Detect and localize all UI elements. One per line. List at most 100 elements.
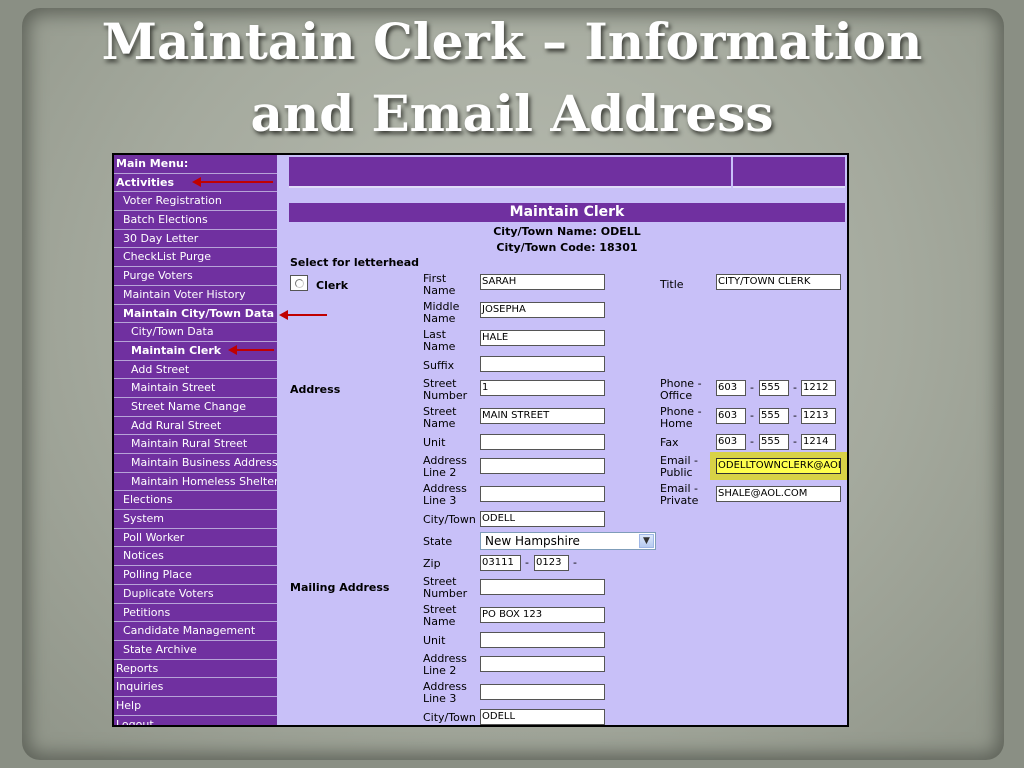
mail-city-town-input[interactable]: ODELL [480, 709, 605, 725]
arrow-maintain-clerk-annotation [228, 345, 274, 355]
phone-home-line-input[interactable]: 1213 [801, 408, 836, 424]
mail-street-number-label: Street Number [423, 575, 468, 600]
phone-home-prefix-input[interactable]: 555 [759, 408, 789, 424]
phone-home-dash-2: - [793, 409, 797, 422]
mail-street-number-input[interactable] [480, 579, 605, 595]
menu-item-batch-elections[interactable]: Batch Elections [114, 211, 277, 230]
fax-line-input[interactable]: 1214 [801, 434, 836, 450]
menu-item-maintain-business-address[interactable]: Maintain Business Address [114, 454, 277, 473]
main-menu-sidebar: Main Menu: Activities Voter Registration Ba… [114, 155, 280, 725]
banner-divider [731, 157, 733, 188]
menu-item-polling-place[interactable]: Polling Place [114, 566, 277, 585]
menu-item-purge-voters[interactable]: Purge Voters [114, 267, 277, 286]
state-select-value: New Hampshire [485, 534, 580, 548]
menu-item-inquiries[interactable]: Inquiries [114, 678, 277, 697]
mail-unit-input[interactable] [480, 632, 605, 648]
city-town-code: City/Town Code: 18301 [496, 241, 638, 254]
unit-input[interactable] [480, 434, 605, 450]
menu-item-logout[interactable]: Logout [114, 716, 277, 725]
menu-item-city-town-data[interactable]: City/Town Data [114, 323, 277, 342]
fax-dash-2: - [793, 435, 797, 448]
mail-city-town-label: City/Town [423, 711, 476, 724]
zip4-input[interactable]: 0123 [534, 555, 569, 571]
menu-item-candidate-management[interactable]: Candidate Management [114, 622, 277, 641]
fax-dash-1: - [750, 435, 754, 448]
menu-item-maintain-voter-history[interactable]: Maintain Voter History [114, 286, 277, 305]
phone-office-prefix-input[interactable]: 555 [759, 380, 789, 396]
email-public-input[interactable]: ODELLTOWNCLERK@AOL.COM [716, 458, 841, 474]
menu-item-petitions[interactable]: Petitions [114, 604, 277, 623]
street-number-input[interactable]: 1 [480, 380, 605, 396]
menu-item-poll-worker[interactable]: Poll Worker [114, 529, 277, 548]
menu-item-add-street[interactable]: Add Street [114, 361, 277, 380]
first-name-input[interactable]: SARAH [480, 274, 605, 290]
form-heading: Maintain Clerk [289, 203, 845, 222]
menu-item-duplicate-voters[interactable]: Duplicate Voters [114, 585, 277, 604]
address-section-label: Address [290, 383, 341, 396]
mail-address-line2-label: Address Line 2 [423, 652, 467, 677]
street-number-label: Street Number [423, 377, 468, 402]
arrow-activities-annotation [192, 177, 273, 187]
slide-title: Maintain Clerk – Information and Email A… [0, 6, 1024, 150]
mail-address-line3-input[interactable] [480, 684, 605, 700]
menu-item-elections[interactable]: Elections [114, 491, 277, 511]
state-select[interactable]: New Hampshire ▼ [480, 532, 656, 550]
title-input[interactable]: CITY/TOWN CLERK [716, 274, 841, 290]
city-town-label: City/Town [423, 513, 476, 526]
mail-street-name-input[interactable]: PO BOX 123 [480, 607, 605, 623]
phone-home-area-input[interactable]: 603 [716, 408, 746, 424]
middle-name-input[interactable]: JOSEPHA [480, 302, 605, 318]
main-content: Maintain Clerk City/Town Name: ODELL Cit… [283, 155, 847, 725]
phone-office-dash-1: - [750, 381, 754, 394]
menu-item-street-name-change[interactable]: Street Name Change [114, 398, 277, 417]
menu-item-voter-registration[interactable]: Voter Registration [114, 192, 277, 212]
state-label: State [423, 535, 453, 548]
phone-home-label: Phone - Home [660, 405, 702, 430]
fax-prefix-input[interactable]: 555 [759, 434, 789, 450]
phone-office-line-input[interactable]: 1212 [801, 380, 836, 396]
chevron-down-icon[interactable]: ▼ [639, 534, 654, 548]
mail-street-name-label: Street Name [423, 603, 457, 628]
arrow-city-town-data-annotation [279, 310, 327, 320]
mail-address-line2-input[interactable] [480, 656, 605, 672]
street-name-input[interactable]: MAIN STREET [480, 408, 605, 424]
menu-item-system[interactable]: System [114, 510, 277, 529]
fax-area-input[interactable]: 603 [716, 434, 746, 450]
menu-item-state-archive[interactable]: State Archive [114, 641, 277, 660]
phone-office-area-input[interactable]: 603 [716, 380, 746, 396]
menu-item-help[interactable]: Help [114, 697, 277, 716]
email-private-input[interactable]: SHALE@AOL.COM [716, 486, 841, 502]
address-line2-input[interactable] [480, 458, 605, 474]
address-line3-label: Address Line 3 [423, 482, 467, 507]
clerk-letterhead-radio[interactable] [290, 275, 308, 291]
first-name-label: First Name [423, 272, 456, 297]
last-name-label: Last Name [423, 328, 456, 353]
zip-input[interactable]: 03111 [480, 555, 521, 571]
menu-item-maintain-city-town-data[interactable]: Maintain City/Town Data [114, 305, 277, 324]
phone-office-label: Phone - Office [660, 377, 702, 402]
city-town-name: City/Town Name: ODELL [493, 225, 641, 238]
city-town-input[interactable]: ODELL [480, 511, 605, 527]
menu-item-reports[interactable]: Reports [114, 660, 277, 679]
menu-item-checklist-purge[interactable]: CheckList Purge [114, 248, 277, 268]
suffix-label: Suffix [423, 359, 455, 372]
phone-home-dash-1: - [750, 409, 754, 422]
zip-label: Zip [423, 557, 441, 570]
slide-title-line-2: and Email Address [250, 84, 774, 143]
street-name-label: Street Name [423, 405, 457, 430]
menu-item-notices[interactable]: Notices [114, 547, 277, 567]
address-line3-input[interactable] [480, 486, 605, 502]
menu-item-maintain-clerk[interactable]: Maintain Clerk [114, 342, 277, 361]
zip-trailing-dash: - [573, 556, 577, 569]
middle-name-label: Middle Name [423, 300, 460, 325]
last-name-input[interactable]: HALE [480, 330, 605, 346]
suffix-input[interactable] [480, 356, 605, 372]
unit-label: Unit [423, 436, 446, 449]
menu-item-30-day-letter[interactable]: 30 Day Letter [114, 230, 277, 249]
mail-unit-label: Unit [423, 634, 446, 647]
mailing-address-section-label: Mailing Address [290, 581, 390, 594]
menu-item-maintain-homeless-shelter[interactable]: Maintain Homeless Shelter [114, 473, 277, 492]
menu-item-maintain-rural-street[interactable]: Maintain Rural Street [114, 435, 277, 454]
menu-item-maintain-street[interactable]: Maintain Street [114, 379, 277, 398]
menu-item-add-rural-street[interactable]: Add Rural Street [114, 417, 277, 436]
